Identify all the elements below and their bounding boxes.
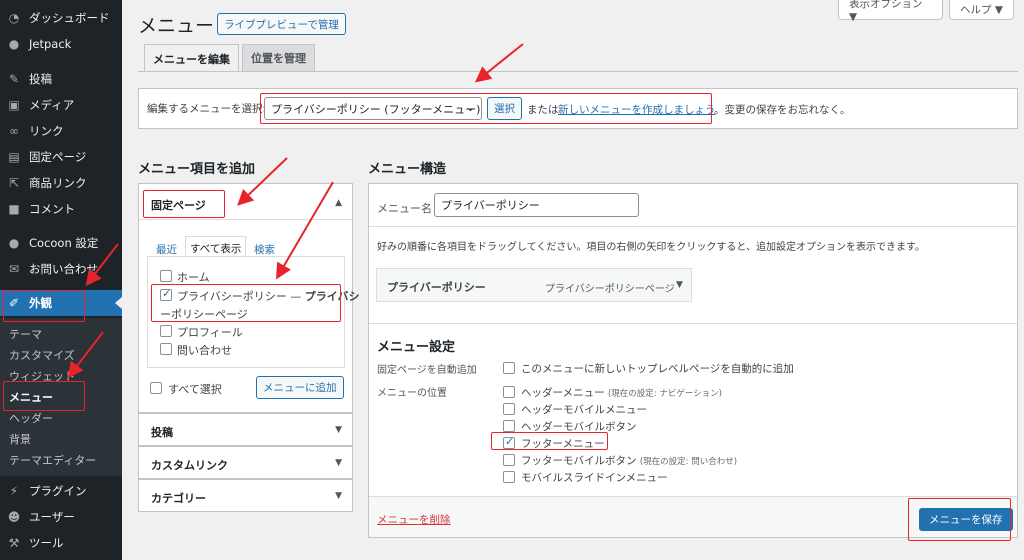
wrench-icon: ⚒ bbox=[8, 536, 20, 550]
save-reminder-text: 。変更の保存をお忘れなく。 bbox=[714, 104, 851, 116]
custom-links-accordion[interactable]: カスタムリンク ▼ bbox=[138, 446, 353, 479]
live-preview-button[interactable]: ライブプレビューで管理 bbox=[217, 13, 346, 35]
chevron-down-icon: ▼ bbox=[335, 491, 342, 501]
submenu-item-header[interactable]: ヘッダー bbox=[9, 410, 53, 426]
plugin-icon: ⚡ bbox=[9, 484, 19, 498]
submenu-item-themes[interactable]: テーマ bbox=[9, 326, 42, 342]
tab-edit-menus[interactable]: メニューを編集 bbox=[144, 44, 239, 72]
sidebar-item-media[interactable]: ▣ メディア bbox=[0, 92, 122, 118]
location-footer-mobile-button: フッターモバイルボタン (現在の設定: 問い合わせ) bbox=[521, 455, 738, 467]
accordion-divider bbox=[139, 219, 352, 220]
menu-location-label: メニューの位置 bbox=[377, 388, 447, 399]
select-all-label: すべて選択 bbox=[168, 383, 222, 396]
highlight-footer-menu bbox=[491, 432, 608, 450]
chevron-down-icon[interactable]: ▼ bbox=[676, 280, 683, 290]
sidebar-item-jetpack[interactable]: ● Jetpack bbox=[0, 31, 122, 57]
sidebar-item-comments[interactable]: ■ コメント bbox=[0, 196, 122, 222]
checkbox-mobile-slide-in-menu[interactable] bbox=[503, 471, 515, 483]
sidebar-item-cocoon[interactable]: ● Cocoon 設定 bbox=[0, 230, 122, 256]
auto-add-label: 固定ページを自動追加 bbox=[377, 365, 477, 376]
page-label-profile: プロフィール bbox=[177, 326, 243, 339]
settings-divider bbox=[369, 323, 1017, 324]
delete-menu-link[interactable]: メニューを削除 bbox=[377, 512, 451, 527]
sidebar-item-contact[interactable]: ✉ お問い合わせ bbox=[0, 256, 122, 282]
tab-recent[interactable]: 最近 bbox=[156, 242, 177, 257]
page-title: メニュー bbox=[138, 15, 215, 37]
checkbox-footer-mobile-button[interactable] bbox=[503, 454, 515, 466]
checkbox-header-mobile-button[interactable] bbox=[503, 420, 515, 432]
sidebar-item-users[interactable]: ☻ ユーザー bbox=[0, 504, 122, 530]
tab-manage-locations[interactable]: 位置を管理 bbox=[242, 44, 315, 71]
tab-view-all[interactable]: すべて表示 bbox=[185, 236, 247, 257]
external-link-icon: ⇱ bbox=[8, 176, 20, 190]
mail-icon: ✉ bbox=[8, 262, 20, 276]
categories-section-title: カテゴリー bbox=[151, 492, 206, 505]
submenu-item-customize[interactable]: カスタマイズ bbox=[9, 347, 75, 363]
arrow-to-select bbox=[474, 43, 524, 83]
categories-accordion[interactable]: カテゴリー ▼ bbox=[138, 479, 353, 512]
help-button[interactable]: ヘルプ ▼ bbox=[949, 0, 1014, 20]
sidebar-item-links[interactable]: ∞ リンク bbox=[0, 118, 122, 144]
pin-icon: ✎ bbox=[8, 72, 20, 86]
menu-structure-heading: メニュー構造 bbox=[368, 162, 447, 177]
chevron-up-icon[interactable]: ▲ bbox=[335, 198, 342, 208]
posts-accordion[interactable]: 投稿 ▼ bbox=[138, 413, 353, 446]
checkbox-header-mobile-menu[interactable] bbox=[503, 403, 515, 415]
tab-divider bbox=[138, 71, 1018, 72]
location-mobile-slide-in-menu: モバイルスライドインメニュー bbox=[521, 472, 668, 484]
sidebar-item-dashboard[interactable]: ◔ ダッシュボード bbox=[0, 5, 122, 31]
jetpack-icon: ● bbox=[8, 37, 20, 51]
add-items-heading: メニュー項目を追加 bbox=[138, 162, 256, 177]
structure-header-divider bbox=[369, 226, 1017, 227]
circle-icon: ● bbox=[8, 236, 20, 250]
highlight-save-button bbox=[908, 498, 1011, 541]
sidebar-item-tools[interactable]: ⚒ ツール bbox=[0, 530, 122, 556]
checkbox-contact[interactable] bbox=[160, 343, 172, 355]
instructions-text: 好みの順番に各項目をドラッグしてください。項目の右側の矢印をクリックすると、追加… bbox=[377, 242, 925, 253]
location-header-mobile-menu: ヘッダーモバイルメニュー bbox=[521, 404, 647, 416]
auto-add-option: このメニューに新しいトップレベルページを自動的に追加 bbox=[521, 363, 794, 375]
media-icon: ▣ bbox=[8, 98, 20, 112]
posts-section-title: 投稿 bbox=[151, 426, 173, 439]
checkbox-header-menu[interactable] bbox=[503, 386, 515, 398]
link-icon: ∞ bbox=[9, 124, 19, 138]
checkbox-profile[interactable] bbox=[160, 325, 172, 337]
custom-links-section-title: カスタムリンク bbox=[151, 459, 228, 472]
menu-item-title: プライバーポリシー bbox=[387, 281, 486, 294]
menu-item-type: プライバシーポリシーページ bbox=[545, 284, 675, 295]
menu-name-input[interactable]: プライバーポリシー bbox=[434, 193, 639, 217]
admin-sidebar: ◔ ダッシュボード ● Jetpack ✎ 投稿 ▣ メディア ∞ リンク ▤ 固定ページ … bbox=[0, 0, 122, 560]
chevron-down-icon: ▼ bbox=[335, 458, 342, 468]
sidebar-item-posts[interactable]: ✎ 投稿 bbox=[0, 66, 122, 92]
checkbox-select-all[interactable] bbox=[150, 382, 162, 394]
sidebar-item-product-links[interactable]: ⇱ 商品リンク bbox=[0, 170, 122, 196]
page-icon: ▤ bbox=[8, 150, 20, 164]
highlight-privacy-item bbox=[151, 284, 341, 322]
highlight-select-row bbox=[260, 93, 712, 124]
tab-search[interactable]: 検索 bbox=[254, 242, 275, 257]
sidebar-item-pages[interactable]: ▤ 固定ページ bbox=[0, 144, 122, 170]
highlight-menus bbox=[3, 381, 85, 411]
location-header-menu: ヘッダーメニュー (現在の設定: ナビゲーション) bbox=[521, 387, 722, 399]
page-label-contact: 問い合わせ bbox=[177, 344, 232, 357]
checkbox-home[interactable] bbox=[160, 270, 172, 282]
sidebar-item-plugins[interactable]: ⚡ プラグイン bbox=[0, 478, 122, 504]
submenu-item-theme-editor[interactable]: テーマエディター bbox=[9, 452, 96, 468]
add-to-menu-button[interactable]: メニューに追加 bbox=[256, 376, 344, 399]
chevron-down-icon: ▼ bbox=[335, 425, 342, 435]
gauge-icon: ◔ bbox=[8, 11, 20, 25]
checkbox-auto-add[interactable] bbox=[503, 362, 515, 374]
highlight-appearance bbox=[3, 290, 85, 322]
submenu-item-background[interactable]: 背景 bbox=[9, 431, 31, 447]
menu-name-label: メニュー名 bbox=[377, 202, 432, 215]
user-icon: ☻ bbox=[7, 510, 21, 524]
page-label-home: ホーム bbox=[177, 271, 210, 284]
screen-options-button[interactable]: 表示オプション ▼ bbox=[838, 0, 943, 23]
comment-icon: ■ bbox=[8, 202, 20, 216]
highlight-pages-section bbox=[143, 190, 225, 218]
select-menu-label: 編集するメニューを選択: bbox=[147, 103, 267, 115]
menu-settings-heading: メニュー設定 bbox=[377, 340, 456, 355]
